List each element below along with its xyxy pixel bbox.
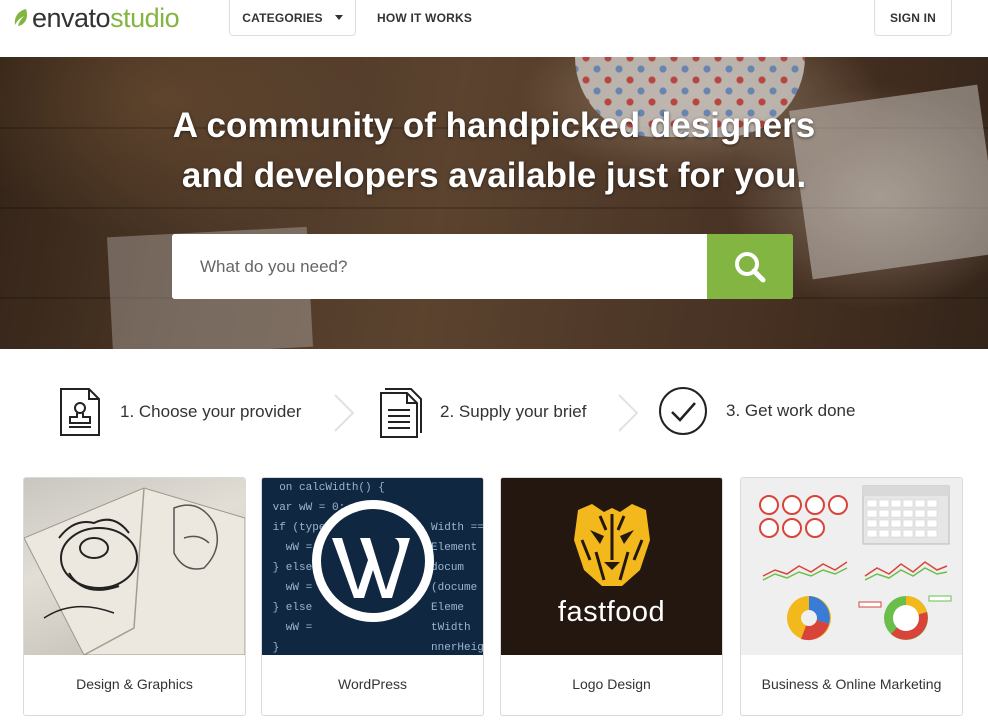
category-card-logo-design[interactable]: fastfood Logo Design [500,477,723,716]
wordpress-thumbnail: on calcWidth() { var wW = 0; if (typeof(… [262,478,483,655]
envato-studio-logo[interactable]: envato studio [12,2,180,33]
step-get-work-done: 3. Get work done [658,386,855,436]
step-choose-provider: 1. Choose your provider [58,386,301,438]
logo-brand-text: envato [32,2,111,33]
search-bar [172,234,793,299]
fastfood-wordmark: fastfood [557,596,666,628]
category-caption: WordPress [338,676,407,692]
hero-title: A community of handpicked designers and … [0,101,988,201]
cheetah-head-logo-icon [574,504,650,586]
category-card-design-graphics[interactable]: Design & Graphics [23,477,246,716]
checkmark-circle-icon [659,387,707,435]
chevron-right-icon [334,394,355,432]
search-input[interactable] [172,234,707,299]
search-button[interactable] [707,234,793,299]
how-it-works-steps: 1. Choose your provider 2. Supply your b… [0,349,988,477]
business-marketing-thumbnail [741,478,962,655]
site-header: envato studio CATEGORIES HOW IT WORKS SIG… [0,0,988,57]
categories-label: CATEGORIES [242,10,323,25]
leaf-icon [14,9,28,26]
category-card-wordpress[interactable]: on calcWidth() { var wW = 0; if (typeof(… [261,477,484,716]
hero-title-line-2: and developers available just for you. [181,156,807,195]
logo-product-text: studio [110,2,180,33]
step-supply-brief: 2. Supply your brief [378,386,586,438]
wordpress-logo-icon [312,500,434,622]
documents-icon [380,388,422,438]
logo-design-thumbnail: fastfood [501,478,722,655]
search-icon [735,251,766,282]
stamp-document-icon [60,388,100,436]
step-3-label: 3. Get work done [726,401,856,420]
category-card-business-marketing[interactable]: Business & Online Marketing [740,477,963,716]
category-caption: Design & Graphics [76,676,193,692]
caret-down-icon [334,15,343,20]
step-1-label: 1. Choose your provider [120,402,302,421]
how-it-works-link[interactable]: HOW IT WORKS [377,11,472,25]
hero-banner: A community of handpicked designers and … [0,57,988,349]
hero-title-line-1: A community of handpicked designers [172,106,816,145]
marketing-dashboard-illustration [759,485,952,641]
sign-in-button[interactable]: SIGN IN [874,0,952,36]
sketchbook-illustration [24,487,245,655]
category-caption: Business & Online Marketing [761,676,942,692]
chevron-right-icon [618,394,639,432]
category-caption: Logo Design [572,676,651,692]
design-graphics-thumbnail [24,478,245,655]
categories-dropdown-button[interactable]: CATEGORIES [229,0,356,36]
step-2-label: 2. Supply your brief [440,402,587,421]
